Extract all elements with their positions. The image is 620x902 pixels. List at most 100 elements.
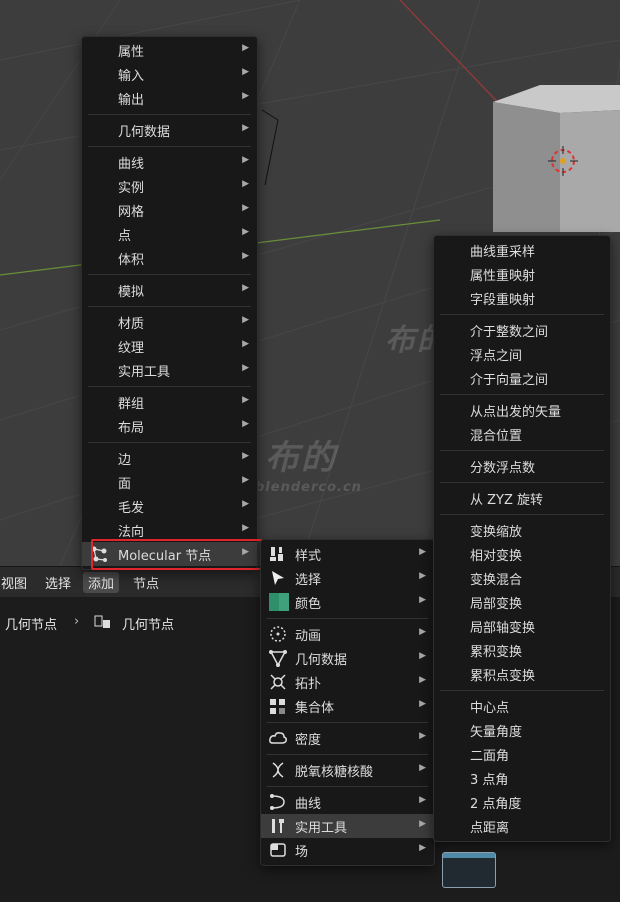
menu-item-texture[interactable]: 纹理 ▶ bbox=[82, 334, 257, 358]
menu-item-between-integer[interactable]: 介于整数之间 bbox=[434, 318, 610, 342]
menu-item-selection[interactable]: 选择 ▶ bbox=[261, 566, 434, 590]
menu-item-dihedral-angle[interactable]: 二面角 bbox=[434, 742, 610, 766]
menu-item-vector-from-point[interactable]: 从点出发的矢量 bbox=[434, 398, 610, 422]
field-icon bbox=[269, 841, 287, 859]
curve-icon bbox=[269, 793, 287, 811]
menu-separator bbox=[88, 306, 251, 307]
menu-item-transform-accumulate[interactable]: 累积变换 bbox=[434, 638, 610, 662]
menu-separator bbox=[88, 386, 251, 387]
menu-item-simulation[interactable]: 模拟 ▶ bbox=[82, 278, 257, 302]
menu-item-instances[interactable]: 实例 ▶ bbox=[82, 174, 257, 198]
menu-item-edge[interactable]: 边 ▶ bbox=[82, 446, 257, 470]
brush-icon bbox=[269, 545, 287, 563]
menu-item-point[interactable]: 点 ▶ bbox=[82, 222, 257, 246]
molecular-nodes-submenu: 样式 ▶ 选择 ▶ 颜色 ▶ 动画 ▶ 几何数据 ▶ 拓扑 ▶ 集合体 ▶ 密度 ▶ 脱氧核糖核… bbox=[260, 539, 435, 866]
menu-item-hair[interactable]: 毛发 ▶ bbox=[82, 494, 257, 518]
menu-item-curve-resample[interactable]: 曲线重采样 bbox=[434, 238, 610, 262]
cloud-density-icon bbox=[269, 729, 287, 747]
submenu-arrow-icon: ▶ bbox=[242, 251, 249, 261]
add-menu[interactable]: 添加 bbox=[83, 572, 120, 593]
menu-item-utilities[interactable]: 实用工具 ▶ bbox=[82, 358, 257, 382]
submenu-arrow-icon: ▶ bbox=[242, 203, 249, 213]
menu-item-3-point-angle[interactable]: 3 点角 bbox=[434, 766, 610, 790]
menu-item-volume[interactable]: 体积 ▶ bbox=[82, 246, 257, 270]
menu-item-curve[interactable]: 曲线 ▶ bbox=[261, 790, 434, 814]
menu-separator bbox=[440, 514, 604, 515]
submenu-arrow-icon: ▶ bbox=[242, 91, 249, 101]
utilities-icon bbox=[269, 817, 287, 835]
submenu-arrow-icon: ▶ bbox=[242, 523, 249, 533]
menu-item-point-distance[interactable]: 点距离 bbox=[434, 814, 610, 838]
breadcrumb-root[interactable]: 几何节点 bbox=[5, 614, 57, 633]
submenu-arrow-icon: ▶ bbox=[242, 499, 249, 509]
menu-item-transform-accumulate-point[interactable]: 累积点变换 bbox=[434, 662, 610, 686]
submenu-arrow-icon: ▶ bbox=[242, 363, 249, 373]
menu-item-rotation-from-zyz[interactable]: 从 ZYZ 旋转 bbox=[434, 486, 610, 510]
menu-item-attribute[interactable]: 属性 ▶ bbox=[82, 38, 257, 62]
menu-item-mesh[interactable]: 网格 ▶ bbox=[82, 198, 257, 222]
menu-item-fractionate-float[interactable]: 分数浮点数 bbox=[434, 454, 610, 478]
view-menu[interactable]: 视图 bbox=[1, 573, 27, 592]
submenu-arrow-icon: ▶ bbox=[242, 315, 249, 325]
submenu-arrow-icon: ▶ bbox=[242, 179, 249, 189]
submenu-arrow-icon: ▶ bbox=[242, 339, 249, 349]
menu-separator bbox=[440, 690, 604, 691]
menu-item-transform-local[interactable]: 局部变换 bbox=[434, 590, 610, 614]
menu-item-style[interactable]: 样式 ▶ bbox=[261, 542, 434, 566]
menu-item-geometry[interactable]: 几何数据 ▶ bbox=[82, 118, 257, 142]
menu-item-field-remap[interactable]: 字段重映射 bbox=[434, 286, 610, 310]
menu-item-output[interactable]: 输出 ▶ bbox=[82, 86, 257, 110]
utilities-submenu: 曲线重采样 属性重映射 字段重映射 介于整数之间 浮点之间 介于向量之间 从点出… bbox=[433, 235, 611, 842]
submenu-arrow-icon: ▶ bbox=[242, 419, 249, 429]
submenu-arrow-icon: ▶ bbox=[242, 67, 249, 77]
menu-separator bbox=[440, 450, 604, 451]
submenu-arrow-icon: ▶ bbox=[242, 451, 249, 461]
menu-item-assembly[interactable]: 集合体 ▶ bbox=[261, 694, 434, 718]
menu-item-mix-position[interactable]: 混合位置 bbox=[434, 422, 610, 446]
menu-item-vector-angle[interactable]: 矢量角度 bbox=[434, 718, 610, 742]
menu-item-transform-relative[interactable]: 相对变换 bbox=[434, 542, 610, 566]
submenu-arrow-icon: ▶ bbox=[242, 395, 249, 405]
geometry-nodes-icon bbox=[269, 649, 287, 667]
node-tree-icon bbox=[94, 614, 112, 634]
node-preview-thumbnail bbox=[442, 852, 496, 888]
menu-item-transform-mix[interactable]: 变换混合 bbox=[434, 566, 610, 590]
submenu-arrow-icon: ▶ bbox=[242, 475, 249, 485]
submenu-arrow-icon: ▶ bbox=[242, 283, 249, 293]
menu-item-color[interactable]: 颜色 ▶ bbox=[261, 590, 434, 614]
menu-item-between-vector[interactable]: 介于向量之间 bbox=[434, 366, 610, 390]
menu-item-geometry[interactable]: 几何数据 ▶ bbox=[261, 646, 434, 670]
menu-item-utilities[interactable]: 实用工具 ▶ bbox=[261, 814, 434, 838]
menu-item-material[interactable]: 材质 ▶ bbox=[82, 310, 257, 334]
animation-circle-icon bbox=[269, 625, 287, 643]
menu-item-topology[interactable]: 拓扑 ▶ bbox=[261, 670, 434, 694]
menu-item-animation[interactable]: 动画 ▶ bbox=[261, 622, 434, 646]
menu-item-attribute-remap[interactable]: 属性重映射 bbox=[434, 262, 610, 286]
select-menu[interactable]: 选择 bbox=[45, 573, 71, 592]
breadcrumb-node-tree[interactable]: 几何节点 bbox=[122, 614, 174, 633]
menu-item-dna[interactable]: 脱氧核糖核酸 ▶ bbox=[261, 758, 434, 782]
menu-separator bbox=[440, 394, 604, 395]
submenu-arrow-icon: ▶ bbox=[242, 43, 249, 53]
add-menu-popup: 属性 ▶ 输入 ▶ 输出 ▶ 几何数据 ▶ 曲线 ▶ 实例 ▶ 网格 ▶ 点 ▶ 体积 ▶ 模拟 ▶… bbox=[81, 36, 258, 570]
menu-separator bbox=[440, 482, 604, 483]
node-menu[interactable]: 节点 bbox=[133, 573, 159, 592]
menu-item-layout[interactable]: 布局 ▶ bbox=[82, 414, 257, 438]
menu-separator bbox=[88, 114, 251, 115]
menu-item-group[interactable]: 群组 ▶ bbox=[82, 390, 257, 414]
color-swatch-icon bbox=[269, 593, 289, 611]
menu-item-centre-point[interactable]: 中心点 bbox=[434, 694, 610, 718]
menu-item-between-float[interactable]: 浮点之间 bbox=[434, 342, 610, 366]
submenu-arrow-icon: ▶ bbox=[242, 123, 249, 133]
menu-item-transform-local-axis[interactable]: 局部轴变换 bbox=[434, 614, 610, 638]
menu-item-2-point-angle[interactable]: 2 点角度 bbox=[434, 790, 610, 814]
menu-item-transform-scale[interactable]: 变换缩放 bbox=[434, 518, 610, 542]
menu-item-field[interactable]: 场 ▶ bbox=[261, 838, 434, 862]
menu-item-face[interactable]: 面 ▶ bbox=[82, 470, 257, 494]
menu-separator bbox=[440, 314, 604, 315]
menu-item-density[interactable]: 密度 ▶ bbox=[261, 726, 434, 750]
assembly-icon bbox=[269, 697, 287, 715]
menu-item-input[interactable]: 输入 ▶ bbox=[82, 62, 257, 86]
menu-separator bbox=[88, 146, 251, 147]
menu-item-curve[interactable]: 曲线 ▶ bbox=[82, 150, 257, 174]
